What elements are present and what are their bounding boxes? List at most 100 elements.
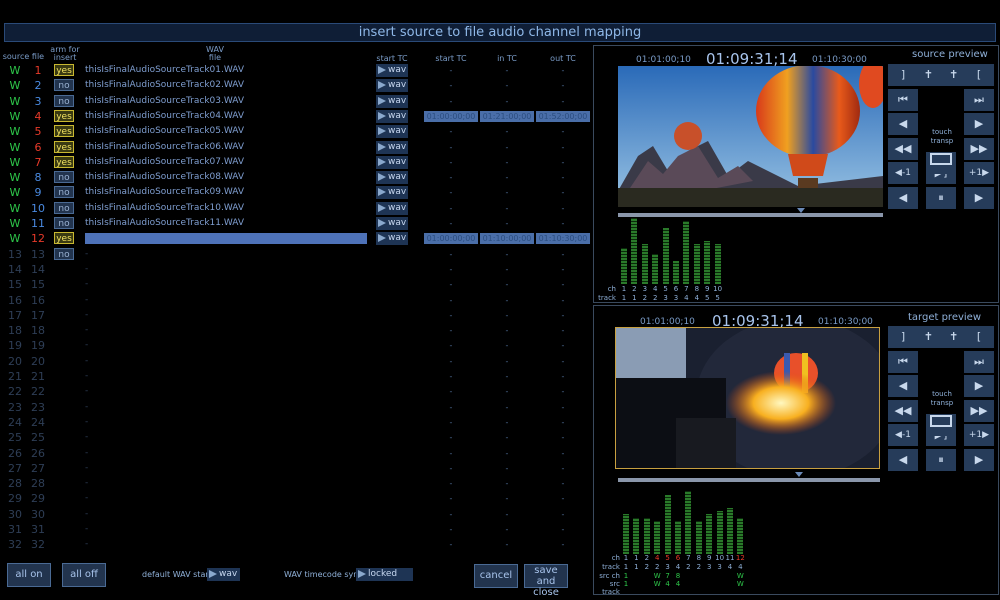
wav-file-cell[interactable]: thisIsFinalAudioSourceTrack08.WAV	[85, 170, 367, 185]
all-off-button[interactable]: all off	[62, 563, 106, 587]
arm-toggle[interactable]: yes	[54, 232, 74, 245]
step-back-button[interactable]: ◀	[888, 375, 918, 398]
wav-file-cell[interactable]: -	[85, 522, 367, 537]
start-tc-cell: -	[449, 372, 453, 381]
plus-one-button[interactable]: +1▶	[964, 162, 994, 185]
minus-one-button[interactable]: ◀-1	[888, 424, 918, 447]
arm-toggle[interactable]: yes	[54, 155, 74, 168]
source-scrub-bar[interactable]	[618, 213, 883, 217]
arm-toggle[interactable]: no	[54, 201, 74, 214]
go-end-button[interactable]: ⏭	[964, 350, 994, 373]
wav-file-cell[interactable]: -	[85, 461, 367, 476]
wav-file-cell[interactable]: -	[85, 446, 367, 461]
play-button[interactable]: ▶	[964, 449, 994, 471]
wav-file-cell[interactable]: -	[85, 537, 367, 552]
wav-file-cell[interactable]: -	[85, 323, 367, 338]
start-tc-select[interactable]: wav	[376, 217, 408, 230]
arm-toggle[interactable]: yes	[54, 140, 74, 153]
minus-one-button[interactable]: ◀-1	[888, 162, 918, 185]
wav-file-cell[interactable]: thisIsFinalAudioSourceTrack07.WAV	[85, 155, 367, 170]
start-tc-select[interactable]: wav	[376, 186, 408, 200]
start-tc-select[interactable]: wav	[376, 109, 408, 123]
rewind-button[interactable]: ◀◀	[888, 399, 918, 422]
touch-transport-label[interactable]: touch transp	[924, 390, 960, 408]
fast-forward-button[interactable]: ▶▶	[964, 399, 994, 422]
cancel-button[interactable]: cancel	[474, 564, 518, 588]
start-tc-select[interactable]: wav	[376, 232, 408, 246]
step-back-button[interactable]: ◀	[888, 113, 918, 136]
wav-file-cell[interactable]: thisIsFinalAudioSourceTrack09.WAV	[85, 185, 367, 200]
source-video-frame[interactable]	[618, 66, 883, 207]
wav-file-cell[interactable]: thisIsFinalAudioSourceTrack06.WAV	[85, 140, 367, 155]
arm-toggle[interactable]: no	[54, 247, 74, 260]
go-end-button[interactable]: ⏭	[964, 88, 994, 111]
fast-forward-button[interactable]: ▶▶	[964, 137, 994, 160]
wav-file-cell[interactable]: -	[85, 430, 367, 445]
wav-file-cell[interactable]: -	[85, 369, 367, 384]
start-tc-select[interactable]: wav	[376, 125, 408, 139]
mark-in-button[interactable]: [	[964, 326, 994, 348]
target-video-frame[interactable]	[615, 327, 880, 469]
wav-file-cell[interactable]: -	[85, 491, 367, 506]
start-tc-select[interactable]: wav	[376, 94, 408, 108]
file-cell: 28	[31, 477, 45, 491]
wav-file-cell[interactable]: -	[85, 308, 367, 323]
pause-button[interactable]: ⏸	[926, 449, 956, 471]
wav-file-cell[interactable]: thisIsFinalAudioSourceTrack05.WAV	[85, 124, 367, 139]
wav-file-cell[interactable]: -	[85, 400, 367, 415]
target-scrub-bar[interactable]	[618, 478, 880, 482]
wav-file-cell[interactable]: -	[85, 247, 367, 262]
arm-toggle[interactable]: yes	[54, 64, 74, 76]
wav-file-cell[interactable]: thisIsFinalAudioSourceTrack11.WAV	[85, 216, 367, 231]
go-start-button[interactable]: ⏮	[888, 350, 918, 373]
wav-timecode-sync-select[interactable]: locked	[356, 568, 413, 581]
wav-file-cell[interactable]: -	[85, 354, 367, 369]
arm-toggle[interactable]: no	[54, 217, 74, 229]
play-reverse-button[interactable]: ◀	[888, 187, 918, 209]
arm-toggle[interactable]: no	[54, 171, 74, 184]
wav-file-cell[interactable]: -	[85, 507, 367, 522]
rewind-button[interactable]: ◀◀	[888, 137, 918, 160]
plus-one-button[interactable]: +1▶	[964, 424, 994, 447]
arm-toggle[interactable]: no	[54, 186, 74, 199]
start-tc-select[interactable]: wav	[376, 155, 408, 169]
arm-toggle[interactable]: yes	[54, 125, 74, 138]
wav-file-cell[interactable]: -	[85, 293, 367, 308]
play-button[interactable]: ▶	[964, 187, 994, 209]
wav-file-cell[interactable]: -	[85, 415, 367, 430]
in-tc-cell: -	[505, 310, 509, 320]
touch-transport-label[interactable]: touch transp	[924, 128, 960, 146]
wav-file-cell[interactable]: -	[85, 476, 367, 491]
arm-toggle[interactable]: yes	[54, 109, 74, 122]
step-fwd-button[interactable]: ▶	[964, 113, 994, 136]
arm-toggle[interactable]: no	[54, 94, 74, 107]
go-start-button[interactable]: ⏮	[888, 88, 918, 111]
loop-icon[interactable]	[926, 414, 956, 436]
source-playhead[interactable]	[797, 208, 805, 213]
wav-file-cell[interactable]: -	[85, 338, 367, 353]
default-wav-start-select[interactable]: wav	[207, 568, 240, 581]
start-tc-select[interactable]: wav	[376, 140, 408, 154]
start-tc-select[interactable]: wav	[376, 79, 408, 93]
wav-file-cell[interactable]: thisIsFinalAudioSourceTrack04.WAV	[85, 109, 367, 124]
all-on-button[interactable]: all on	[7, 563, 51, 587]
wav-file-cell[interactable]	[85, 233, 367, 245]
start-tc-select[interactable]: wav	[376, 64, 408, 77]
wav-file-cell[interactable]: thisIsFinalAudioSourceTrack10.WAV	[85, 201, 367, 216]
wav-file-cell[interactable]: -	[85, 277, 367, 292]
pause-button[interactable]: ⏸	[926, 187, 956, 209]
wav-file-cell[interactable]: thisIsFinalAudioSourceTrack03.WAV	[85, 94, 367, 109]
wav-file-cell[interactable]: -	[85, 262, 367, 277]
save-and-close-button[interactable]: save and close	[524, 564, 568, 598]
start-tc-select[interactable]: wav	[376, 171, 408, 185]
wav-file-cell[interactable]: thisIsFinalAudioSourceTrack01.WAV	[85, 63, 367, 78]
step-fwd-button[interactable]: ▶	[964, 375, 994, 398]
wav-file-cell[interactable]: thisIsFinalAudioSourceTrack02.WAV	[85, 78, 367, 93]
start-tc-select[interactable]: wav	[376, 201, 408, 215]
target-playhead[interactable]	[795, 472, 803, 477]
mark-in-button[interactable]: [	[964, 64, 994, 86]
play-reverse-button[interactable]: ◀	[888, 449, 918, 471]
loop-icon[interactable]	[926, 152, 956, 174]
arm-toggle[interactable]: no	[54, 79, 74, 92]
wav-file-cell[interactable]: -	[85, 384, 367, 399]
